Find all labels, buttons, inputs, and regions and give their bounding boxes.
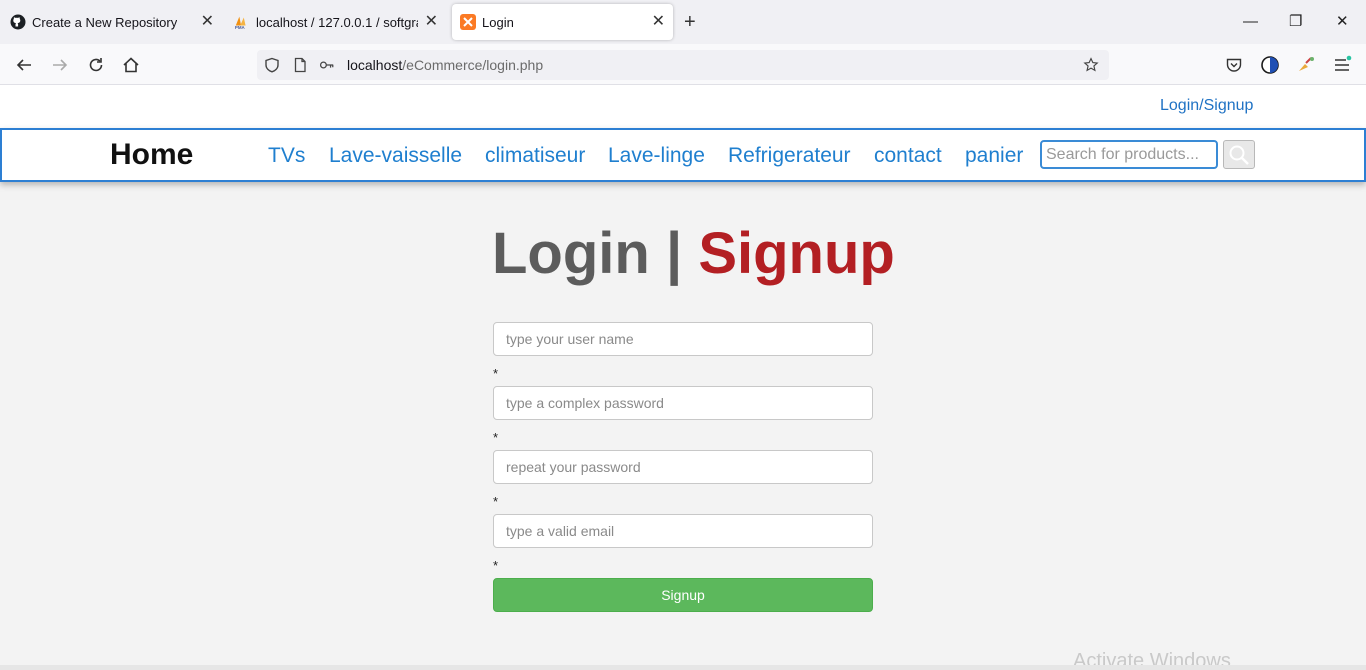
close-icon[interactable]: ✕ [201, 13, 214, 31]
pocket-icon[interactable] [1223, 54, 1245, 76]
forward-icon[interactable] [49, 54, 71, 76]
login-title[interactable]: Login [492, 221, 650, 286]
window-close-icon[interactable]: ✕ [1336, 12, 1349, 32]
nav-link-refrigerateur[interactable]: Refrigerateur [728, 144, 851, 168]
signup-button[interactable]: Signup [493, 578, 873, 612]
address-bar[interactable]: localhost/eCommerce/login.php [257, 50, 1109, 80]
minimize-icon[interactable]: — [1243, 12, 1258, 32]
shield-icon[interactable] [264, 57, 280, 73]
restore-icon[interactable]: ❐ [1289, 12, 1302, 32]
github-icon [10, 14, 26, 30]
back-icon[interactable] [13, 54, 35, 76]
bookmark-star-icon[interactable] [1083, 57, 1099, 73]
extension-icon[interactable] [1295, 54, 1317, 76]
home-link[interactable]: Home [110, 138, 193, 172]
close-icon[interactable]: ✕ [652, 13, 665, 31]
page-icon[interactable] [292, 57, 308, 73]
url-text: localhost/eCommerce/login.php [347, 57, 543, 73]
reload-icon[interactable] [85, 54, 107, 76]
tab-label: Create a New Repository [32, 14, 178, 30]
search-input[interactable] [1040, 140, 1218, 169]
dark-mode-extension-icon[interactable] [1259, 54, 1281, 76]
title-separator: | [665, 221, 683, 286]
site-navigation: Home TVs Lave-vaisselle climatiseur Lave… [0, 128, 1366, 182]
signup-title[interactable]: Signup [698, 221, 895, 286]
tab-phpmyadmin[interactable]: PMA localhost / 127.0.0.1 / softgram ✕ [228, 4, 446, 40]
nav-link-climatiseur[interactable]: climatiseur [485, 144, 585, 168]
password-field[interactable] [493, 386, 873, 420]
url-host: localhost [347, 57, 403, 73]
nav-link-lave-vaisselle[interactable]: Lave-vaisselle [329, 144, 462, 168]
login-signup-link[interactable]: Login/Signup [1160, 97, 1253, 115]
phpmyadmin-icon: PMA [234, 14, 250, 30]
tab-create-repository[interactable]: Create a New Repository ✕ [4, 4, 222, 40]
nav-link-panier[interactable]: panier [965, 144, 1023, 168]
menu-icon[interactable] [1331, 54, 1353, 76]
tab-label: localhost / 127.0.0.1 / softgram [256, 14, 418, 30]
repeat-password-field[interactable] [493, 450, 873, 484]
key-icon[interactable] [319, 57, 335, 73]
browser-toolbar: localhost/eCommerce/login.php [0, 44, 1366, 85]
page-title: Login | Signup [492, 220, 895, 287]
nav-link-contact[interactable]: contact [874, 144, 942, 168]
xampp-icon [460, 14, 476, 30]
page-top-bar: Login/Signup [0, 85, 1366, 129]
nav-link-lave-linge[interactable]: Lave-linge [608, 144, 705, 168]
nav-link-tvs[interactable]: TVs [268, 144, 305, 168]
close-icon[interactable]: ✕ [425, 13, 438, 31]
search-button[interactable] [1223, 140, 1255, 169]
required-mark: * [493, 430, 499, 445]
email-field[interactable] [493, 514, 873, 548]
tab-login[interactable]: Login ✕ [452, 4, 673, 40]
svg-text:PMA: PMA [235, 25, 246, 30]
required-mark: * [493, 494, 499, 509]
page-bottom-edge [0, 665, 1366, 670]
home-icon[interactable] [120, 54, 142, 76]
browser-tab-bar: Create a New Repository ✕ PMA localhost … [0, 0, 1366, 44]
search-icon [1229, 145, 1249, 165]
tab-label: Login [482, 14, 514, 30]
required-mark: * [493, 366, 499, 381]
username-field[interactable] [493, 322, 873, 356]
url-path: /eCommerce/login.php [402, 57, 544, 73]
new-tab-button[interactable]: + [684, 10, 696, 34]
required-mark: * [493, 558, 499, 573]
